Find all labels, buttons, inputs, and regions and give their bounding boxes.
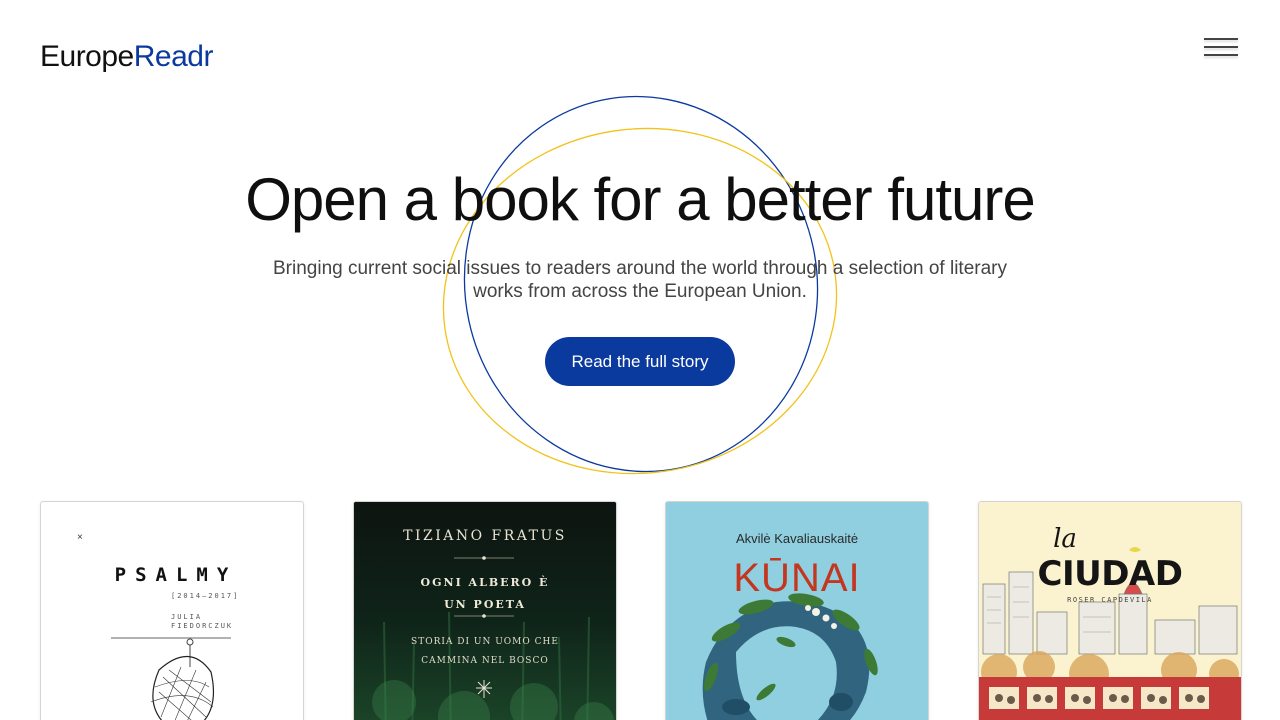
logo-text-europe: Europe (40, 40, 134, 73)
book-card-psalmy[interactable]: × PSALMY [2014–2017] JULIA FIEDORCZUK (40, 501, 304, 720)
book-cover-author: ROSER CAPDEVILA (1067, 596, 1153, 604)
book-cover-author: TIZIANO FRATUS (403, 528, 567, 544)
book-card-kunai[interactable]: Akvilė Kavaliauskaitė KŪNAI (665, 501, 929, 720)
europereadr-logo[interactable]: Europe Readr (40, 28, 213, 72)
menu-icon-line (1204, 46, 1238, 48)
book-cover-title: OGNI ALBERO È UN POETA (420, 576, 550, 611)
read-full-story-button[interactable]: Read the full story (545, 337, 735, 386)
hero-subtitle: Bringing current social issues to reader… (273, 258, 1007, 302)
book-cover-subtitle: STORIA DI UN UOMO CHE CAMMINA NEL BOSCO (411, 637, 559, 666)
book-cover-title-prefix: la (1053, 524, 1077, 554)
book-card-ogni-albero[interactable]: TIZIANO FRATUS OGNI ALBERO È UN POETA ST… (353, 501, 617, 720)
psalmy-cover-illustration (111, 637, 231, 720)
book-card-la-ciudad[interactable]: la CIUDAD ROSER CAPDEVILA (978, 501, 1242, 720)
site-header: Europe Readr (40, 24, 1240, 72)
book-cover-title: CIUDAD (1037, 554, 1183, 594)
hero-title: Open a book for a better future (245, 166, 1036, 233)
menu-icon-line (1204, 54, 1238, 56)
page: Europe Readr Open a book for a better fut… (0, 0, 1280, 720)
logo-text-readr: Readr (133, 40, 214, 73)
hamburger-menu-button[interactable] (1204, 36, 1240, 62)
leaf-face-illustration (702, 593, 878, 720)
menu-icon-line (1204, 38, 1238, 40)
